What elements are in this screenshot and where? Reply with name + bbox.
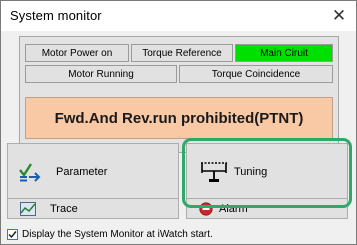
display-at-start-option[interactable]: Display the System Monitor at iWatch sta… (7, 226, 213, 242)
alarm-icon (199, 201, 213, 216)
status-motor-power-on: Motor Power on (25, 44, 129, 62)
status-label: Main Ciruit (260, 47, 308, 59)
trace-icon (20, 201, 36, 216)
status-main-circuit: Main Ciruit (235, 44, 333, 62)
tuning-button[interactable]: Tuning (186, 143, 348, 201)
system-monitor-window: System monitor ✕ Motor Power on Torque R… (0, 0, 357, 245)
display-at-start-label: Display the System Monitor at iWatch sta… (22, 228, 213, 240)
trace-label: Trace (50, 202, 78, 215)
display-at-start-checkbox[interactable] (7, 228, 18, 240)
tuning-label: Tuning (234, 166, 268, 178)
status-label: Motor Power on (41, 47, 113, 59)
title-bar: System monitor ✕ (1, 1, 356, 31)
status-label: Torque Coincidence (211, 68, 301, 80)
warning-message: Fwd.And Rev.run prohibited(PTNT) (25, 97, 333, 139)
status-torque-coincidence: Torque Coincidence (179, 65, 333, 83)
close-button[interactable]: ✕ (328, 4, 350, 26)
parameter-label: Parameter (56, 166, 108, 178)
status-label: Motor Running (68, 68, 134, 80)
close-icon: ✕ (331, 5, 347, 25)
window-title: System monitor (10, 8, 102, 23)
warning-text: Fwd.And Rev.run prohibited(PTNT) (54, 109, 304, 127)
monitor-body: Motor Power on Torque Reference Main Cir… (1, 31, 356, 244)
alarm-button[interactable]: Alarm (186, 198, 348, 219)
status-panel: Motor Power on Torque Reference Main Cir… (19, 36, 339, 153)
parameter-icon (18, 161, 42, 183)
status-torque-reference: Torque Reference (131, 44, 233, 62)
alarm-label: Alarm (219, 202, 248, 215)
trace-button[interactable]: Trace (7, 198, 179, 219)
checkmark-icon (8, 230, 17, 238)
status-label: Torque Reference (142, 47, 222, 59)
tuning-icon (199, 161, 229, 183)
status-motor-running: Motor Running (25, 65, 177, 83)
parameter-button[interactable]: Parameter (7, 143, 179, 201)
